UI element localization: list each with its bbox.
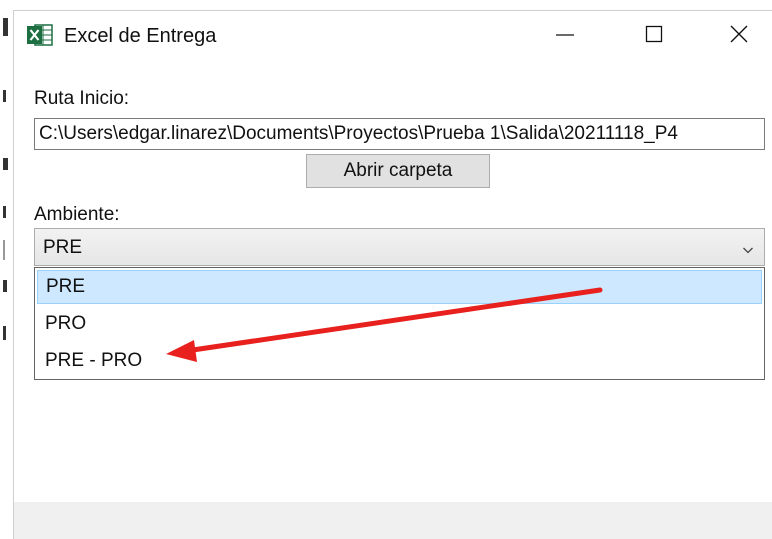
window-title: Excel de Entrega — [64, 25, 217, 47]
background-fragment — [3, 90, 6, 102]
ruta-inicio-label: Ruta Inicio: — [34, 88, 130, 109]
abrir-carpeta-button[interactable]: Abrir carpeta — [306, 154, 490, 188]
background-fragment — [3, 18, 8, 36]
ambiente-dropdown-list: PRE PRO PRE - PRO — [34, 267, 765, 380]
background-fragment — [3, 158, 8, 170]
dropdown-option-pro[interactable]: PRO — [37, 308, 762, 342]
screenshot: Excel de Entrega Ruta Inicio: C:\Users\e… — [0, 0, 772, 539]
dropdown-option-pre[interactable]: PRE — [37, 270, 762, 304]
title-bar[interactable]: Excel de Entrega — [14, 11, 772, 61]
chevron-down-icon — [742, 242, 754, 254]
background-fragment — [3, 280, 7, 292]
close-icon — [729, 24, 749, 49]
maximize-button[interactable] — [631, 11, 677, 61]
ambiente-label: Ambiente: — [34, 204, 120, 225]
window-footer — [14, 502, 772, 539]
dropdown-option-pre-pro[interactable]: PRE - PRO — [37, 345, 762, 379]
background-app-edge — [0, 0, 13, 539]
ambiente-combobox[interactable]: PRE — [34, 228, 765, 266]
dialog-window: Excel de Entrega Ruta Inicio: C:\Users\e… — [13, 10, 772, 539]
minimize-icon — [555, 24, 575, 49]
background-fragment — [3, 326, 6, 340]
close-button[interactable] — [716, 11, 762, 61]
ambiente-selected-value: PRE — [43, 237, 83, 258]
maximize-icon — [644, 24, 664, 49]
background-fragment — [3, 206, 6, 218]
minimize-button[interactable] — [542, 11, 588, 61]
excel-icon — [27, 24, 53, 46]
background-fragment — [3, 240, 5, 260]
ruta-inicio-input[interactable]: C:\Users\edgar.linarez\Documents\Proyect… — [34, 118, 765, 150]
